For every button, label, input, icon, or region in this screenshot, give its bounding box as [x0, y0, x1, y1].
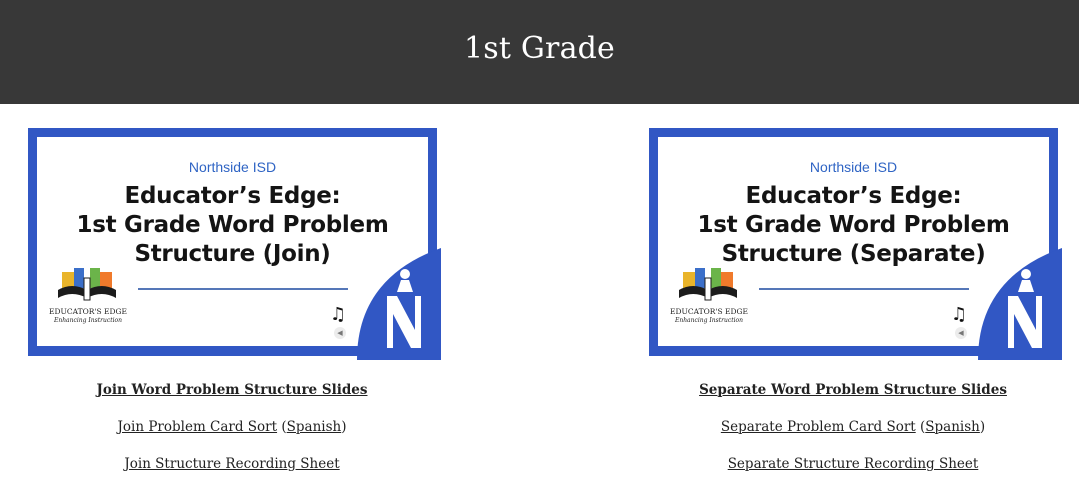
separate-card-sort-spanish-link[interactable]: Spanish: [925, 419, 980, 435]
page-header: 1st Grade: [0, 0, 1079, 104]
join-slides-link[interactable]: Join Word Problem Structure Slides: [97, 382, 368, 398]
thumbnail-divider: [759, 288, 969, 290]
thumbnail-org: Northside ISD: [809, 159, 898, 175]
thumbnail-title: Educator’s Edge: 1st Grade Word Problem …: [76, 183, 389, 267]
join-card-sort-link[interactable]: Join Problem Card Sort: [117, 419, 277, 435]
separate-slides-thumbnail[interactable]: Northside ISD Educator’s Edge: 1st Grade…: [649, 128, 1062, 360]
separate-slides-link[interactable]: Separate Word Problem Structure Slides: [699, 382, 1007, 398]
svg-text:Enhancing Instruction: Enhancing Instruction: [674, 317, 743, 324]
svg-text:EDUCATOR'S EDGE: EDUCATOR'S EDGE: [670, 307, 748, 316]
join-card-sort-spanish-link[interactable]: Spanish: [287, 419, 342, 435]
thumbnail-title: Educator’s Edge: 1st Grade Word Problem …: [697, 183, 1010, 267]
thumbnail-org: Northside ISD: [188, 159, 277, 175]
educators-edge-logo-icon: EDUCATOR'S EDGE Enhancing Instruction: [670, 268, 748, 324]
svg-text:Enhancing Instruction: Enhancing Instruction: [53, 317, 122, 324]
music-note-icon: ♫: [330, 304, 347, 325]
separate-card-sort-link[interactable]: Separate Problem Card Sort: [721, 419, 916, 435]
educators-edge-logo-icon: EDUCATOR'S EDGE Enhancing Instruction: [49, 268, 127, 324]
music-note-icon: ♫: [951, 304, 968, 325]
page-title: 1st Grade: [463, 30, 616, 66]
separate-recording-sheet-link[interactable]: Separate Structure Recording Sheet: [728, 456, 979, 472]
join-slides-thumbnail[interactable]: Northside ISD Educator’s Edge: 1st Grade…: [28, 128, 441, 360]
northside-n-logo-icon: [357, 248, 441, 360]
northside-n-logo-icon: [978, 248, 1062, 360]
svg-text:EDUCATOR'S EDGE: EDUCATOR'S EDGE: [49, 307, 127, 316]
thumbnail-divider: [138, 288, 348, 290]
join-recording-sheet-link[interactable]: Join Structure Recording Sheet: [124, 456, 339, 472]
speaker-icon[interactable]: ◀: [334, 327, 346, 339]
speaker-icon[interactable]: ◀: [955, 327, 967, 339]
